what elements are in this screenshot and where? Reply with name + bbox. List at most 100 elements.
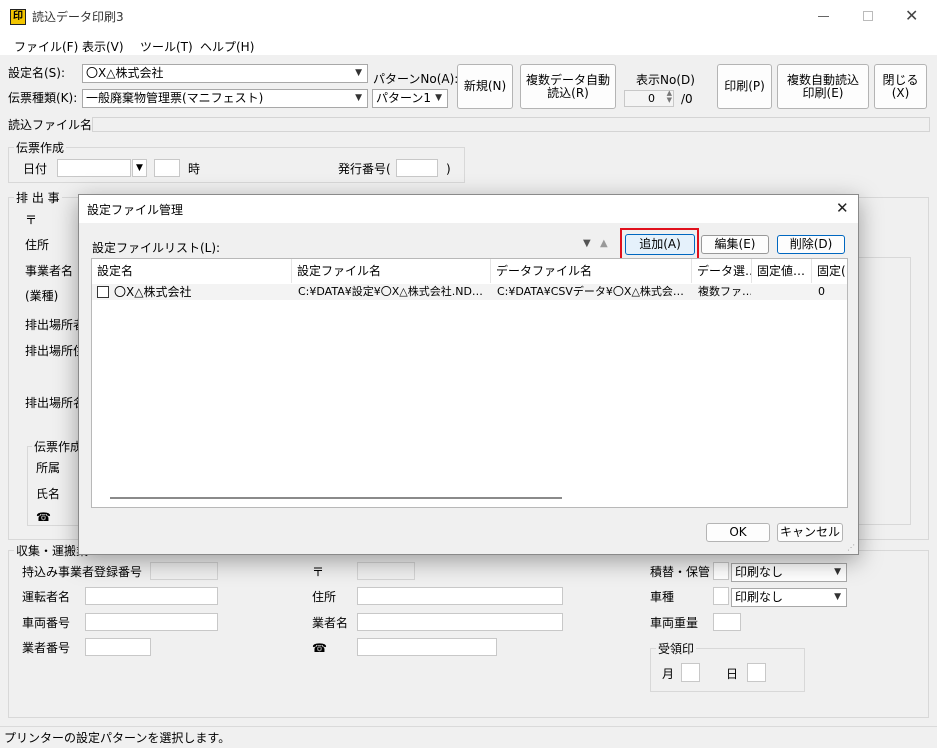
- close-icon[interactable]: ✕: [905, 6, 918, 25]
- business-no-field[interactable]: [85, 638, 151, 656]
- vehicle-no-field[interactable]: [85, 613, 218, 631]
- list-label: 設定ファイルリスト(L):: [92, 241, 221, 255]
- column-header-setting-file[interactable]: 設定ファイル名: [292, 259, 491, 283]
- phone-icon: ☎: [312, 641, 327, 655]
- emitter-business-name-label: 事業者名: [25, 264, 74, 278]
- month-field[interactable]: [681, 663, 700, 682]
- receipt-group-label: 受領印: [656, 642, 697, 656]
- emitter-creator-group-label: 伝票作成: [32, 440, 85, 454]
- day-field[interactable]: [747, 663, 766, 682]
- chevron-down-icon: ▼: [136, 163, 143, 173]
- transport-address-field[interactable]: [357, 587, 563, 605]
- setting-name-select[interactable]: 〇X△株式会社 ▼: [82, 64, 368, 83]
- chevron-down-icon: ▼: [355, 68, 362, 78]
- emitter-postal-symbol: 〒: [25, 213, 38, 227]
- driver-label: 運転者名: [22, 590, 71, 604]
- display-no-stepper[interactable]: 0 ▲ ▼: [624, 90, 674, 107]
- read-file-field: [92, 117, 930, 132]
- status-bar: プリンターの設定パターンを選択します。: [0, 726, 937, 748]
- edit-button[interactable]: 編集(E): [701, 235, 769, 254]
- month-label: 月: [662, 667, 675, 681]
- transport-address-label: 住所: [312, 590, 337, 604]
- vehicle-type-label: 車種: [650, 590, 675, 604]
- chevron-down-icon: ▼: [435, 93, 442, 103]
- column-header-data-select[interactable]: データ選…: [692, 259, 752, 283]
- column-header-fixed[interactable]: 固定(: [812, 259, 848, 283]
- menu-file[interactable]: ファイル(F): [14, 38, 78, 55]
- multi-auto-print-button[interactable]: 複数自動読込 印刷(E): [777, 64, 869, 109]
- spin-icon: ▲ ▼: [666, 89, 672, 104]
- registration-no-field: [150, 562, 218, 580]
- issue-no-field[interactable]: [396, 159, 438, 177]
- emitter-site-label-1: 排出場所者: [25, 318, 86, 332]
- vehicle-type-select[interactable]: 印刷なし ▼: [731, 588, 847, 607]
- move-up-icon[interactable]: ▲: [600, 238, 608, 249]
- menu-view[interactable]: 表示(V): [82, 38, 124, 55]
- dialog-title-bar: 設定ファイル管理 ✕: [79, 195, 858, 223]
- menu-help[interactable]: ヘルプ(H): [200, 38, 254, 55]
- column-header-data-file[interactable]: データファイル名: [491, 259, 692, 283]
- maximize-icon[interactable]: [863, 11, 873, 21]
- status-text: プリンターの設定パターンを選択します。: [4, 731, 231, 745]
- issue-no-close: ): [446, 162, 451, 176]
- table-row[interactable]: 〇X△株式会社 C:¥DATA¥設定¥〇X△株式会社.ND… C:¥DATA¥C…: [92, 284, 847, 300]
- storage-label: 積替・保管: [650, 565, 711, 579]
- emitter-right-box: [855, 257, 911, 525]
- display-no-total: /0: [681, 92, 693, 106]
- business-no-label: 業者番号: [22, 641, 71, 655]
- close-button[interactable]: 閉じる(X): [874, 64, 927, 109]
- emitter-group-label: 排 出 事: [14, 191, 62, 205]
- slip-type-label: 伝票種類(K):: [8, 91, 78, 105]
- cell-data-file: C:¥DATA¥CSVデータ¥〇X△株式会…: [497, 285, 684, 298]
- multi-auto-read-button[interactable]: 複数データ自動 読込(R): [520, 64, 616, 109]
- driver-field[interactable]: [85, 587, 218, 605]
- date-label: 日付: [23, 162, 48, 176]
- vehicle-weight-field[interactable]: [713, 613, 741, 631]
- ok-button[interactable]: OK: [706, 523, 770, 542]
- chevron-down-icon: ▼: [355, 93, 362, 103]
- emitter-address-label: 住所: [25, 238, 50, 252]
- new-button[interactable]: 新規(N): [457, 64, 513, 109]
- cell-data-select: 複数ファ…: [698, 285, 751, 298]
- storage-checkbox-field[interactable]: [713, 562, 729, 580]
- horizontal-scrollbar[interactable]: [110, 497, 562, 499]
- column-header-fixed-value[interactable]: 固定値…: [752, 259, 812, 283]
- resize-grip-icon[interactable]: ⋰: [847, 543, 855, 552]
- close-icon[interactable]: ✕: [836, 199, 849, 217]
- print-button[interactable]: 印刷(P): [717, 64, 772, 109]
- storage-select[interactable]: 印刷なし ▼: [731, 563, 847, 582]
- column-header-setting-name[interactable]: 設定名: [92, 259, 292, 283]
- transport-postal-symbol: 〒: [312, 565, 325, 579]
- hour-label: 時: [188, 162, 201, 176]
- emitter-dept-label: 所属: [36, 461, 61, 475]
- setting-name-label: 設定名(S):: [8, 66, 66, 80]
- transport-business-name-field[interactable]: [357, 613, 563, 631]
- registration-no-label: 持込み事業者登録番号: [22, 565, 143, 579]
- issue-no-label: 発行番号(: [338, 162, 391, 176]
- pattern-select[interactable]: パターン1 ▼: [372, 89, 448, 108]
- row-checkbox[interactable]: [97, 286, 109, 298]
- move-down-icon[interactable]: ▼: [583, 238, 591, 249]
- read-file-label: 読込ファイル名: [8, 118, 93, 132]
- cell-fixed: 0: [818, 285, 825, 298]
- transport-phone-field[interactable]: [357, 638, 497, 656]
- chevron-down-icon: ▼: [834, 567, 841, 577]
- slip-type-select[interactable]: 一般廃棄物管理票(マニフェスト) ▼: [82, 89, 368, 108]
- menu-tools[interactable]: ツール(T): [140, 38, 193, 55]
- delete-button[interactable]: 削除(D): [777, 235, 845, 254]
- chevron-down-icon: ▼: [834, 592, 841, 602]
- emitter-person-label: 氏名: [36, 487, 61, 501]
- hour-field[interactable]: [154, 159, 180, 177]
- minimize-icon[interactable]: [818, 16, 829, 17]
- cancel-button[interactable]: キャンセル: [777, 523, 843, 542]
- date-dropdown[interactable]: ▼: [132, 159, 147, 177]
- phone-icon: ☎: [36, 510, 51, 524]
- vehicle-type-checkbox-field[interactable]: [713, 587, 729, 605]
- display-no-label: 表示No(D): [636, 73, 695, 87]
- cell-setting-name: 〇X△株式会社: [114, 285, 192, 299]
- settings-file-list[interactable]: 設定名 設定ファイル名 データファイル名 データ選… 固定値… 固定( 〇X△株…: [91, 258, 848, 508]
- cell-setting-file: C:¥DATA¥設定¥〇X△株式会社.ND…: [298, 285, 483, 298]
- add-button[interactable]: 追加(A): [625, 234, 695, 255]
- emitter-site-label-3: 排出場所名: [25, 396, 86, 410]
- date-field[interactable]: [57, 159, 131, 177]
